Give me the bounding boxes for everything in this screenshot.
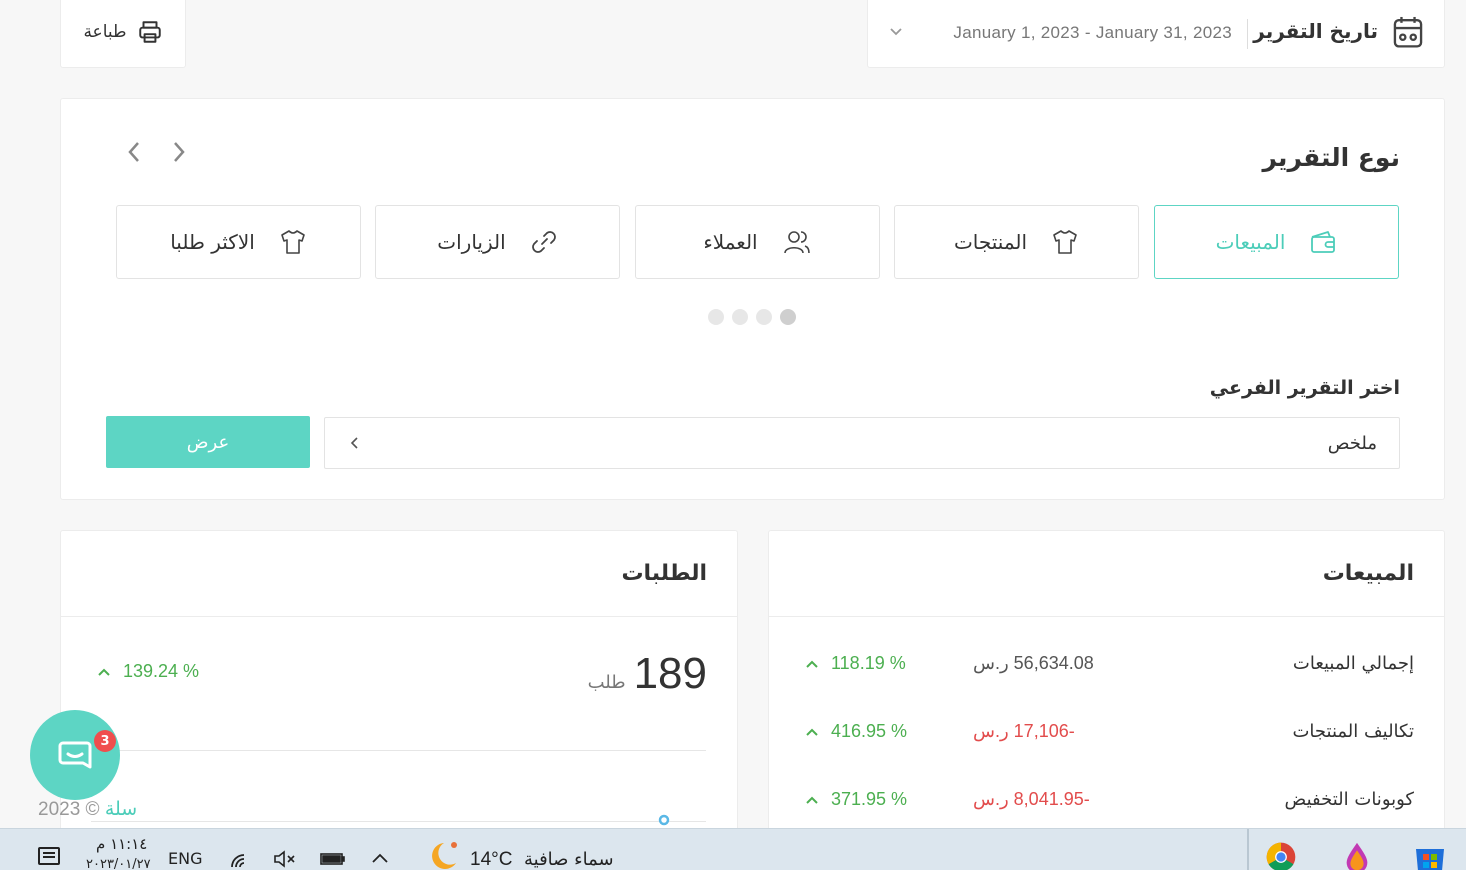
copyright-footer: 2023 © سلة <box>38 798 137 821</box>
tile-label: الاكثر طلبا <box>170 230 255 254</box>
arrow-up-icon <box>806 660 818 668</box>
sales-row: تكاليف المنتجات -17,106 ر.س 416.95 % <box>769 721 1444 751</box>
report-tile-customers[interactable]: العملاء <box>635 205 880 279</box>
orders-change: 139.24 % <box>97 661 199 682</box>
carousel-prev-button[interactable] <box>121 137 147 167</box>
chevron-right-icon <box>174 142 185 162</box>
sales-summary-card: المبيعات إجمالي المبيعات 56,634.08 ر.س 1… <box>768 530 1445 850</box>
date-range-value: January 1, 2023 - January 31, 2023 <box>953 23 1232 42</box>
carousel-next-button[interactable] <box>166 137 192 167</box>
chart-gridline <box>91 750 706 751</box>
print-label: طباعة <box>83 22 127 42</box>
chat-widget-button[interactable]: 3 <box>30 710 120 800</box>
sales-row-label: كوبونات التخفيض <box>1284 789 1414 810</box>
link-icon <box>531 231 556 253</box>
users-icon <box>783 231 810 254</box>
print-button[interactable]: طباعة <box>60 0 186 68</box>
sub-report-label: اختر التقرير الفرعي <box>1209 377 1400 399</box>
sales-row-label: تكاليف المنتجات <box>1292 721 1414 742</box>
change-value: 139.24 % <box>123 661 200 681</box>
notification-badge: 3 <box>94 730 116 752</box>
sub-report-select[interactable]: ملخص <box>324 417 1400 469</box>
sales-row-change: 118.19 % <box>805 653 906 674</box>
sales-row-change: 416.95 % <box>805 721 907 742</box>
sales-row-amount: -8,041.95 ر.س <box>973 789 1090 809</box>
copyright-text: 2023 © <box>38 799 100 820</box>
microsoft-store-icon[interactable] <box>1412 843 1448 870</box>
shirt-icon <box>280 230 305 254</box>
chevron-left-icon <box>128 142 139 162</box>
carousel-pagination <box>708 309 796 325</box>
chevron-left-icon <box>350 437 358 449</box>
date-range-filter[interactable]: تاريخ التقرير January 1, 2023 - January … <box>867 0 1445 68</box>
notification-center-icon[interactable] <box>36 845 62 870</box>
arrow-up-icon <box>98 668 110 676</box>
sales-row-amount: 56,634.08 ر.س <box>973 653 1094 673</box>
taskbar-separator <box>1247 829 1249 870</box>
carousel-dot[interactable] <box>708 309 724 325</box>
divider <box>1247 19 1248 49</box>
moon-weather-icon[interactable] <box>420 839 460 870</box>
clock-time[interactable]: ١١:١٤ م <box>96 835 147 853</box>
carousel-dot[interactable] <box>732 309 748 325</box>
report-type-card: نوع التقرير المبيعات المنتجات العملاء ال… <box>60 98 1445 500</box>
sales-row-amount: -17,106 ر.س <box>973 721 1075 741</box>
battery-icon[interactable] <box>320 851 346 867</box>
report-tile-products[interactable]: المنتجات <box>894 205 1139 279</box>
wallet-icon <box>1311 231 1336 253</box>
tile-label: الزيارات <box>437 230 506 254</box>
carousel-dot[interactable] <box>756 309 772 325</box>
shirt-icon <box>1053 230 1077 254</box>
brand-link[interactable]: سلة <box>105 798 137 820</box>
arrow-up-icon <box>806 728 818 736</box>
card-header: الطلبات <box>61 531 737 617</box>
orders-unit: طلب <box>587 672 626 693</box>
weather-text[interactable]: سماء صافية <box>524 849 614 870</box>
date-filter-title: تاريخ التقرير <box>1253 19 1378 43</box>
sales-row: إجمالي المبيعات 56,634.08 ر.س 118.19 % <box>769 653 1444 683</box>
printer-icon <box>138 21 161 43</box>
change-value: 118.19 % <box>831 653 906 673</box>
tile-label: العملاء <box>703 230 758 254</box>
show-report-button[interactable]: عرض <box>106 416 310 468</box>
sales-title: المبيعات <box>1322 561 1414 586</box>
volume-muted-icon[interactable] <box>272 849 296 869</box>
clock-date[interactable]: ٢٠٢٣/٠١/٢٧ <box>86 857 151 870</box>
carousel-dot-active[interactable] <box>780 309 796 325</box>
report-tile-sales[interactable]: المبيعات <box>1154 205 1399 279</box>
chrome-icon[interactable] <box>1262 841 1300 870</box>
chart-gridline <box>91 821 706 822</box>
arrow-up-icon <box>806 796 818 804</box>
change-value: 371.95 % <box>831 789 908 809</box>
language-indicator[interactable]: ENG <box>168 849 202 868</box>
sales-row-label: إجمالي المبيعات <box>1292 653 1414 674</box>
report-tile-visits[interactable]: الزيارات <box>375 205 620 279</box>
wifi-icon[interactable] <box>228 849 252 869</box>
sub-report-value: ملخص <box>1327 433 1377 454</box>
sales-row: كوبونات التخفيض -8,041.95 ر.س 371.95 % <box>769 789 1444 819</box>
app-drop-icon[interactable] <box>1340 841 1374 870</box>
report-tile-most-ordered[interactable]: الاكثر طلبا <box>116 205 361 279</box>
chart-point <box>658 814 670 826</box>
temperature-text[interactable]: 14°C <box>470 849 512 870</box>
sales-row-change: 371.95 % <box>805 789 907 810</box>
report-type-heading: نوع التقرير <box>1262 143 1401 172</box>
tile-label: المنتجات <box>953 230 1028 254</box>
orders-count-value: 189 <box>633 649 707 698</box>
tile-label: المبيعات <box>1215 230 1286 254</box>
chevron-up-icon[interactable] <box>370 851 390 865</box>
orders-count: طلب 189 <box>588 649 707 699</box>
card-header: المبيعات <box>769 531 1444 617</box>
orders-summary-card: الطلبات طلب 189 139.24 % <box>60 530 738 850</box>
orders-title: الطلبات <box>621 561 707 586</box>
change-value: 416.95 % <box>831 721 908 741</box>
windows-taskbar: ١١:١٤ م ٢٠٢٣/٠١/٢٧ ENG 14°C سماء صافية <box>0 828 1466 870</box>
chat-icon <box>58 741 92 769</box>
calendar-icon <box>1393 16 1423 48</box>
chevron-down-icon[interactable] <box>888 23 904 39</box>
